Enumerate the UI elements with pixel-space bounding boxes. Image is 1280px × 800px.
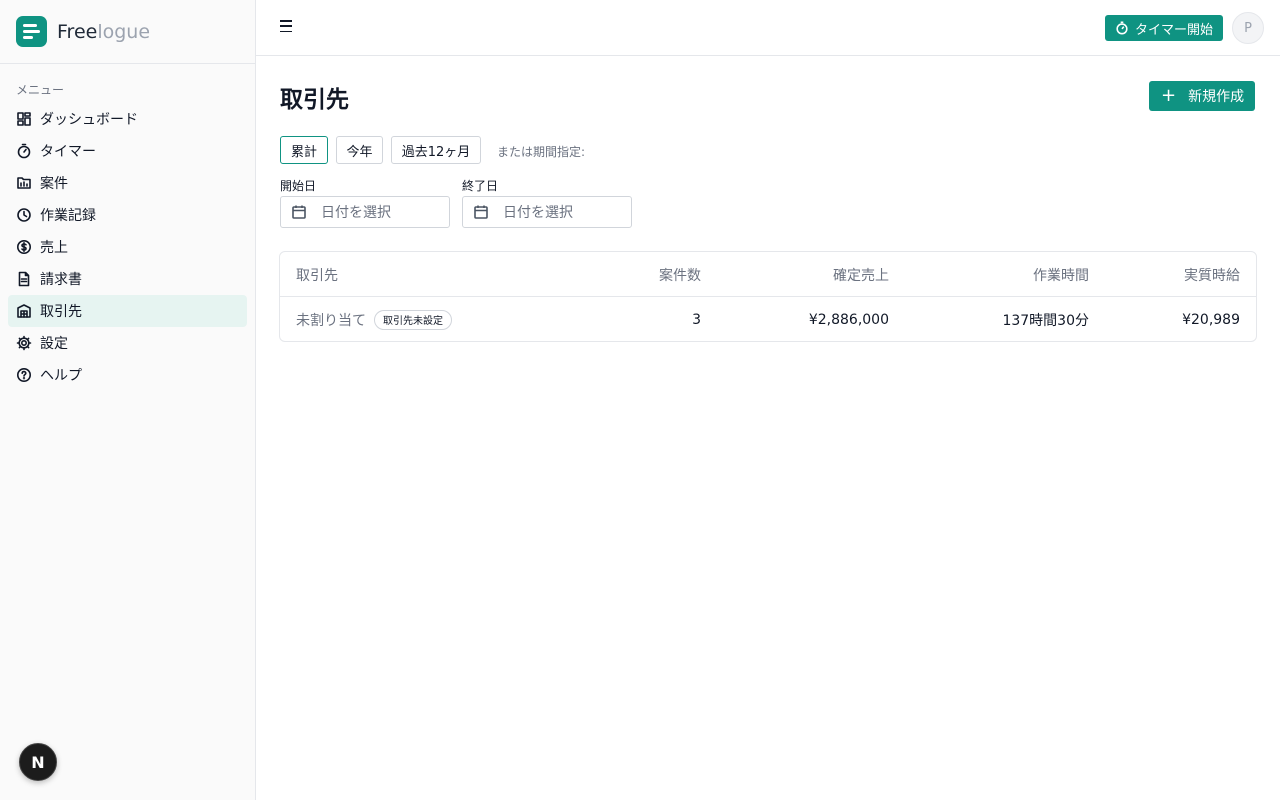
help-icon bbox=[16, 367, 32, 383]
clock-icon bbox=[16, 207, 32, 223]
sidebar-item-label: 取引先 bbox=[40, 304, 82, 320]
sidebar: Freelogue メニュー ダッシュボード タイマー 案件 作業記録 売上 請… bbox=[0, 0, 256, 800]
end-date-placeholder: 日付を選択 bbox=[503, 205, 573, 221]
start-timer-label: タイマー開始 bbox=[1135, 22, 1214, 38]
end-date-label: 終了日 bbox=[462, 179, 499, 193]
column-header-hourly-rate[interactable]: 実質時給 bbox=[1100, 252, 1240, 297]
sidebar-item-settings[interactable]: 設定 bbox=[8, 327, 247, 359]
range-button-this-year[interactable]: 今年 bbox=[336, 136, 383, 164]
new-client-button[interactable]: + 新規作成 bbox=[1149, 81, 1255, 111]
menu-label: メニュー bbox=[16, 83, 65, 97]
timer-icon bbox=[1116, 21, 1128, 35]
sidebar-item-label: 請求書 bbox=[40, 272, 82, 288]
building-icon bbox=[16, 303, 32, 319]
plus-icon: + bbox=[1161, 85, 1177, 106]
client-cell: 未割り当て 取引先未設定 bbox=[296, 297, 452, 341]
sidebar-item-clients[interactable]: 取引先 bbox=[8, 295, 247, 327]
column-header-hours[interactable]: 作業時間 bbox=[900, 252, 1089, 297]
dev-badge[interactable]: N bbox=[19, 743, 57, 781]
sidebar-item-label: 設定 bbox=[40, 336, 68, 352]
range-button-last-12-months[interactable]: 過去12ヶ月 bbox=[391, 136, 481, 164]
timer-icon bbox=[16, 143, 32, 159]
table-header-row: 取引先 案件数 確定売上 作業時間 実質時給 bbox=[280, 252, 1256, 297]
page-title: 取引先 bbox=[280, 87, 349, 113]
logo-text: Freelogue bbox=[57, 20, 151, 43]
calendar-icon bbox=[474, 205, 488, 219]
sidebar-item-timer[interactable]: タイマー bbox=[8, 135, 247, 167]
sidebar-item-invoices[interactable]: 請求書 bbox=[8, 263, 247, 295]
sidebar-item-label: ヘルプ bbox=[40, 368, 82, 384]
revenue-cell: ¥2,886,000 bbox=[808, 311, 889, 328]
hourly-rate-cell: ¥20,989 bbox=[1182, 311, 1240, 328]
column-header-projects[interactable]: 案件数 bbox=[610, 252, 701, 297]
start-date-placeholder: 日付を選択 bbox=[321, 205, 391, 221]
sidebar-item-projects[interactable]: 案件 bbox=[8, 167, 247, 199]
range-hint: または期間指定: bbox=[497, 145, 586, 159]
sidebar-item-label: ダッシュボード bbox=[40, 112, 138, 128]
sidebar-item-work-log[interactable]: 作業記録 bbox=[8, 199, 247, 231]
sidebar-item-sales[interactable]: 売上 bbox=[8, 231, 247, 263]
start-timer-button[interactable]: タイマー開始 bbox=[1105, 15, 1223, 41]
sidebar-item-label: タイマー bbox=[40, 144, 96, 160]
sidebar-nav: ダッシュボード タイマー 案件 作業記録 売上 請求書 取引先 設定 ヘルプ bbox=[0, 103, 255, 391]
avatar[interactable]: P bbox=[1232, 12, 1264, 44]
dashboard-icon bbox=[16, 111, 32, 127]
dollar-icon bbox=[16, 239, 32, 255]
start-date-label: 開始日 bbox=[280, 179, 317, 193]
document-icon bbox=[16, 271, 32, 287]
app-logo[interactable]: Freelogue bbox=[0, 0, 255, 64]
folder-icon bbox=[16, 175, 32, 191]
sidebar-item-label: 案件 bbox=[40, 176, 68, 192]
sidebar-item-help[interactable]: ヘルプ bbox=[8, 359, 247, 391]
clients-table: 取引先 案件数 確定売上 作業時間 実質時給 未割り当て 取引先未設定 3 ¥2… bbox=[279, 251, 1257, 342]
hours-cell: 137時間30分 bbox=[1002, 312, 1089, 329]
column-header-revenue[interactable]: 確定売上 bbox=[710, 252, 889, 297]
table-row[interactable]: 未割り当て 取引先未設定 3 ¥2,886,000 137時間30分 ¥20,9… bbox=[280, 297, 1256, 341]
status-badge: 取引先未設定 bbox=[374, 309, 452, 330]
start-date-picker[interactable]: 日付を選択 bbox=[280, 196, 450, 228]
column-header-client[interactable]: 取引先 bbox=[296, 252, 338, 297]
gear-icon bbox=[16, 335, 32, 351]
sidebar-item-dashboard[interactable]: ダッシュボード bbox=[8, 103, 247, 135]
top-header: タイマー開始 P bbox=[256, 0, 1280, 56]
range-button-cumulative[interactable]: 累計 bbox=[280, 136, 328, 164]
sidebar-item-label: 売上 bbox=[40, 240, 68, 256]
end-date-picker[interactable]: 日付を選択 bbox=[462, 196, 632, 228]
calendar-icon bbox=[292, 205, 306, 219]
logo-icon bbox=[16, 16, 47, 47]
menu-toggle-icon[interactable] bbox=[280, 20, 292, 32]
projects-count-cell: 3 bbox=[692, 311, 701, 328]
new-client-label: 新規作成 bbox=[1188, 89, 1245, 105]
sidebar-item-label: 作業記録 bbox=[40, 208, 96, 224]
client-name: 未割り当て bbox=[296, 312, 366, 329]
